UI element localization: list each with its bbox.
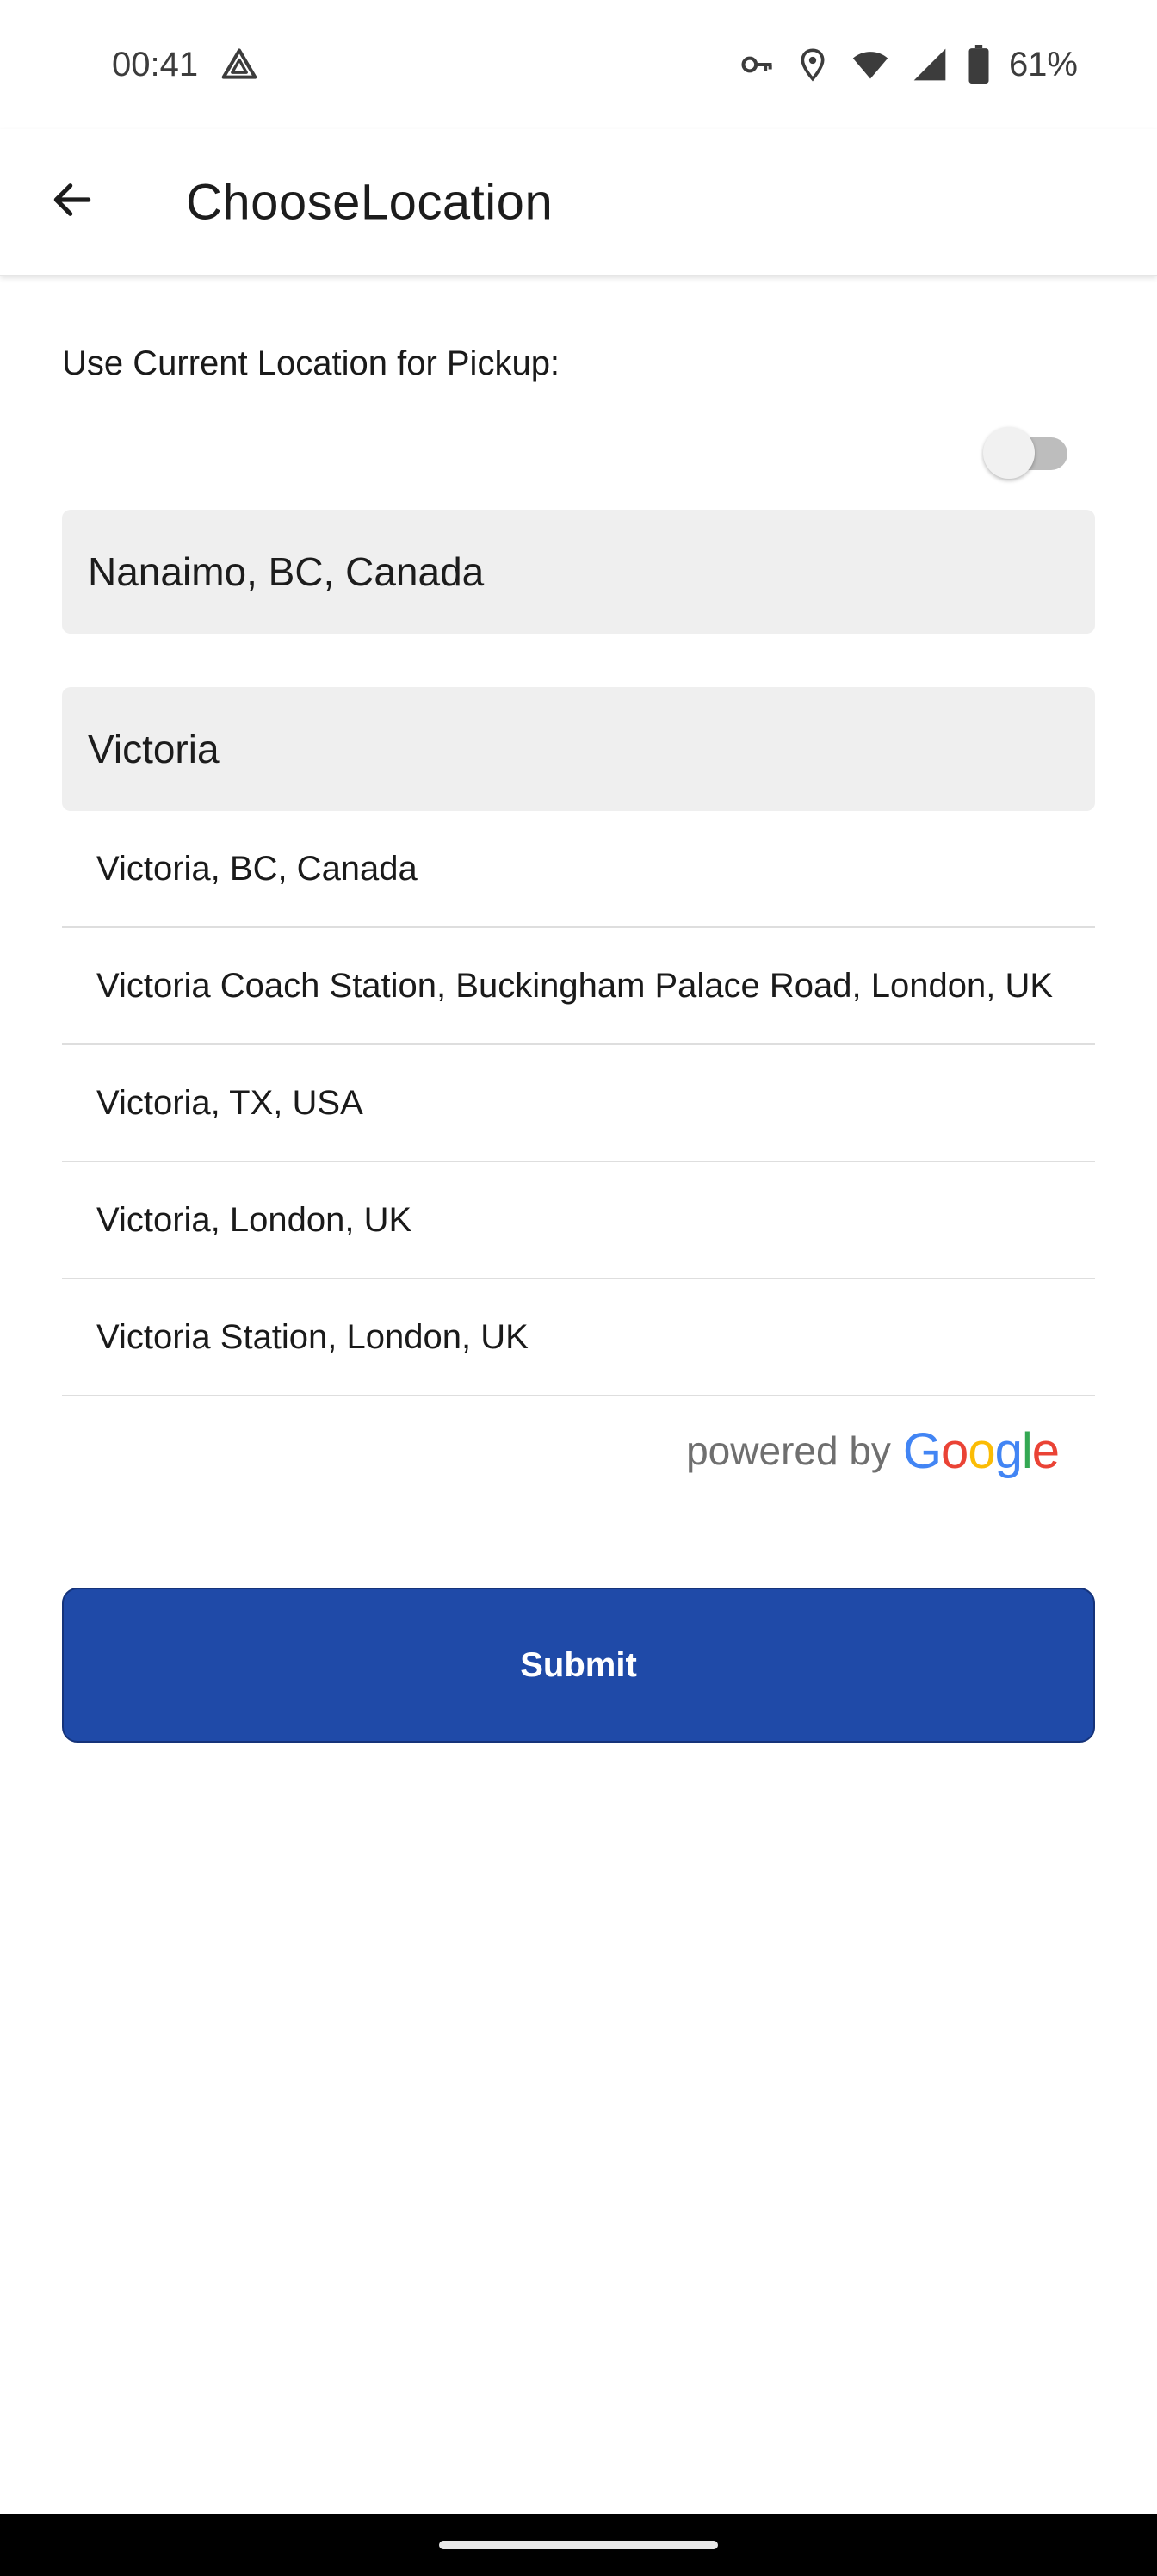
suggestion-item[interactable]: Victoria Coach Station, Buckingham Palac… xyxy=(62,928,1095,1045)
screen: 00:41 61% ChooseLocation Use Current Loc… xyxy=(0,0,1157,2576)
suggestion-item[interactable]: Victoria, TX, USA xyxy=(62,1045,1095,1162)
back-button[interactable] xyxy=(38,168,107,237)
page-title: ChooseLocation xyxy=(186,174,554,230)
status-time: 00:41 xyxy=(112,45,199,84)
status-bar: 00:41 61% xyxy=(0,0,1157,129)
google-letter: o xyxy=(941,1422,968,1479)
google-letter: e xyxy=(1031,1422,1060,1479)
pickup-location-field[interactable] xyxy=(62,510,1095,634)
signal-icon xyxy=(911,46,949,84)
app-bar: ChooseLocation xyxy=(0,129,1157,276)
home-gesture-handle[interactable] xyxy=(439,2541,718,2549)
status-left: 00:41 xyxy=(112,46,258,84)
destination-location-input[interactable] xyxy=(88,726,1095,772)
submit-button[interactable]: Submit xyxy=(62,1588,1095,1743)
arrow-back-icon xyxy=(48,176,96,228)
google-logo: Google xyxy=(902,1422,1060,1480)
google-letter: o xyxy=(968,1422,995,1479)
wifi-icon xyxy=(849,46,892,84)
suggestion-item[interactable]: Victoria Station, London, UK xyxy=(62,1279,1095,1396)
drive-icon xyxy=(220,46,258,84)
autocomplete-suggestions: Victoria, BC, Canada Victoria Coach Stat… xyxy=(62,811,1095,1505)
google-letter: g xyxy=(994,1422,1023,1479)
powered-by-text: powered by xyxy=(686,1428,891,1473)
toggle-thumb xyxy=(983,427,1035,479)
suggestion-item[interactable]: Victoria, BC, Canada xyxy=(62,811,1095,928)
google-letter: G xyxy=(902,1422,942,1479)
powered-by-google: powered by Google xyxy=(62,1396,1095,1505)
current-location-toggle[interactable] xyxy=(983,424,1078,480)
suggestion-item[interactable]: Victoria, London, UK xyxy=(62,1162,1095,1279)
battery-icon xyxy=(968,45,990,84)
status-right: 61% xyxy=(739,45,1078,84)
destination-location-field[interactable] xyxy=(62,687,1095,811)
google-letter: l xyxy=(1021,1422,1033,1479)
pickup-location-input[interactable] xyxy=(88,548,1095,595)
vpn-key-icon xyxy=(739,46,776,84)
current-location-label: Use Current Location for Pickup: xyxy=(62,344,560,382)
location-icon xyxy=(795,46,830,84)
battery-percent: 61% xyxy=(1008,45,1078,84)
navigation-bar xyxy=(0,2514,1157,2576)
